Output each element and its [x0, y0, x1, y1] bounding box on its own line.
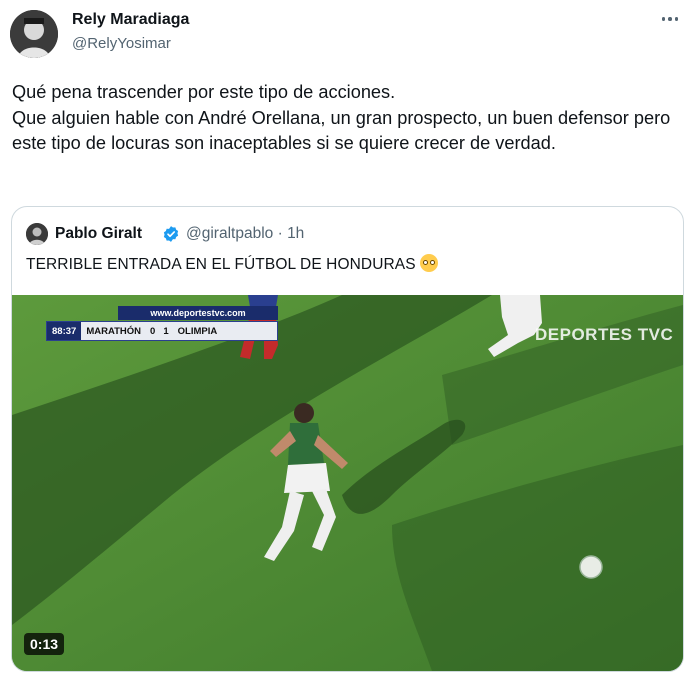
quoted-author-name: Pablo Giralt	[55, 225, 142, 242]
flushed-face-emoji	[419, 254, 438, 272]
home-team: MARATHÓN	[86, 325, 142, 337]
scoreboard-bar: 88:37 MARATHÓN 0 1 OLIMPIA	[46, 321, 278, 341]
verified-badge-icon	[162, 225, 180, 243]
quoted-text-content: TERRIBLE ENTRADA EN EL FÚTBOL DE HONDURA…	[26, 256, 416, 273]
broadcaster-logo: DEPORTES TVC	[535, 325, 674, 344]
scoreboard: www.deportestvc.com 88:37 MARATHÓN 0 1 O…	[46, 306, 278, 343]
tweet-text: Qué pena trascender por este tipo de acc…	[12, 82, 671, 153]
author-avatar[interactable]	[10, 10, 58, 58]
meta-separator: ·	[277, 225, 283, 242]
quoted-tweet-card[interactable]: Pablo Giralt @giraltpablo · 1h TERRIBLE …	[11, 206, 684, 672]
video-frame	[12, 295, 683, 671]
home-score: 0	[150, 325, 156, 337]
author-name[interactable]: Rely Maradiaga	[72, 11, 189, 29]
away-score: 1	[163, 325, 169, 337]
video-player[interactable]: www.deportestvc.com 88:37 MARATHÓN 0 1 O…	[12, 295, 683, 671]
quoted-author-avatar	[26, 223, 48, 245]
quoted-meta: @giraltpablo · 1h	[186, 225, 304, 243]
more-horizontal-icon[interactable]	[657, 8, 683, 30]
video-duration-badge: 0:13	[24, 633, 65, 655]
match-clock: 88:37	[47, 322, 82, 340]
away-team: OLIMPIA	[177, 325, 218, 337]
quoted-author-handle: @giraltpablo	[186, 225, 274, 242]
scoreboard-url: www.deportestvc.com	[118, 306, 278, 320]
author-handle[interactable]: @RelyYosimar	[72, 35, 171, 52]
quoted-time: 1h	[287, 225, 305, 242]
quoted-text: TERRIBLE ENTRADA EN EL FÚTBOL DE HONDURA…	[26, 254, 438, 274]
